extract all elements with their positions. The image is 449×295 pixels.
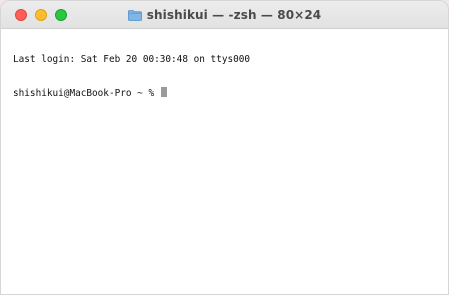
minimize-button[interactable] [35,9,47,21]
folder-icon [127,9,142,21]
terminal-output[interactable]: Last login: Sat Feb 20 00:30:48 on ttys0… [1,29,448,294]
title-group: shishikui — -zsh — 80×24 [1,1,448,29]
zoom-button[interactable] [55,9,67,21]
terminal-window: shishikui — -zsh — 80×24 Last login: Sat… [0,0,449,295]
window-controls [15,9,67,21]
title-bar[interactable]: shishikui — -zsh — 80×24 [1,1,448,29]
text-cursor [160,87,167,97]
prompt-text: shishikui@MacBook-Pro ~ % [13,88,160,99]
close-button[interactable] [15,9,27,21]
window-title: shishikui — -zsh — 80×24 [146,8,322,22]
last-login-line: Last login: Sat Feb 20 00:30:48 on ttys0… [13,54,251,65]
prompt-line: shishikui@MacBook-Pro ~ % [13,87,436,99]
